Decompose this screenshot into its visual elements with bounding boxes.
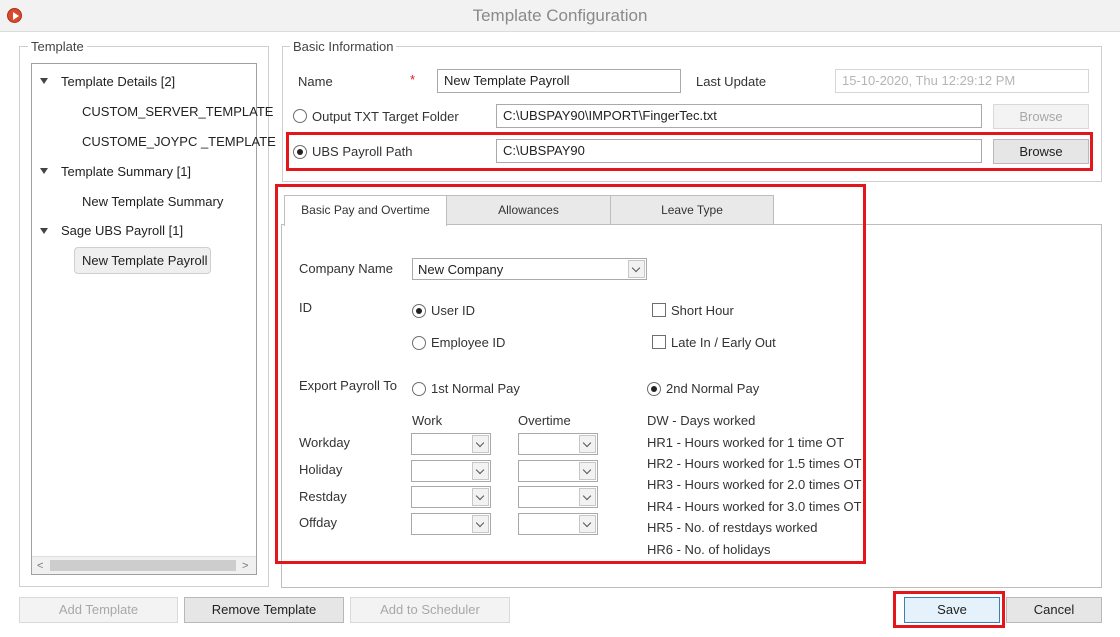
scroll-right-icon[interactable]: >: [242, 560, 248, 572]
tree-item-new-template-summary[interactable]: New Template Summary: [82, 194, 223, 209]
remove-template-button[interactable]: Remove Template: [184, 597, 344, 623]
tree-node-template-details[interactable]: Template Details [2]: [61, 74, 175, 89]
tree-node-template-summary[interactable]: Template Summary [1]: [61, 164, 191, 179]
output-txt-radio[interactable]: [293, 109, 307, 123]
last-update-field: 15-10-2020, Thu 12:29:12 PM: [835, 69, 1089, 93]
add-to-scheduler-button[interactable]: Add to Scheduler: [350, 597, 510, 623]
highlight-basic-pay-tab: [275, 184, 866, 564]
highlight-save-button: [893, 591, 1005, 628]
tree-item-custome-joypc-template[interactable]: CUSTOME_JOYPC _TEMPLATE: [82, 134, 276, 149]
tree-node-sage-ubs-payroll[interactable]: Sage UBS Payroll [1]: [61, 223, 183, 238]
last-update-label: Last Update: [696, 74, 767, 89]
basic-info-title: Basic Information: [290, 39, 397, 54]
output-browse-button[interactable]: Browse: [993, 104, 1089, 129]
scrollbar-thumb[interactable]: [50, 560, 236, 571]
output-txt-label: Output TXT Target Folder: [312, 109, 459, 124]
scroll-left-icon[interactable]: <: [37, 560, 43, 572]
window-title: Template Configuration: [472, 6, 648, 25]
tree-item-custom-server-template[interactable]: CUSTOM_SERVER_TEMPLATE: [82, 104, 273, 119]
tree-horizontal-scrollbar[interactable]: < >: [32, 556, 256, 574]
template-group-title: Template: [28, 39, 87, 54]
name-input[interactable]: New Template Payroll: [437, 69, 681, 93]
highlight-ubs-path: [286, 132, 1093, 171]
tab-basic-pay-and-overtime[interactable]: Basic Pay and Overtime: [284, 195, 447, 226]
required-mark: *: [410, 72, 416, 87]
output-txt-path-input[interactable]: C:\UBSPAY90\IMPORT\FingerTec.txt: [496, 104, 982, 128]
tree-item-new-template-payroll[interactable]: New Template Payroll: [82, 253, 207, 268]
cancel-button[interactable]: Cancel: [1006, 597, 1102, 623]
add-template-button[interactable]: Add Template: [19, 597, 178, 623]
expand-icon[interactable]: [40, 78, 48, 84]
expand-icon[interactable]: [40, 168, 48, 174]
expand-icon[interactable]: [40, 228, 48, 234]
name-label: Name: [298, 74, 333, 89]
